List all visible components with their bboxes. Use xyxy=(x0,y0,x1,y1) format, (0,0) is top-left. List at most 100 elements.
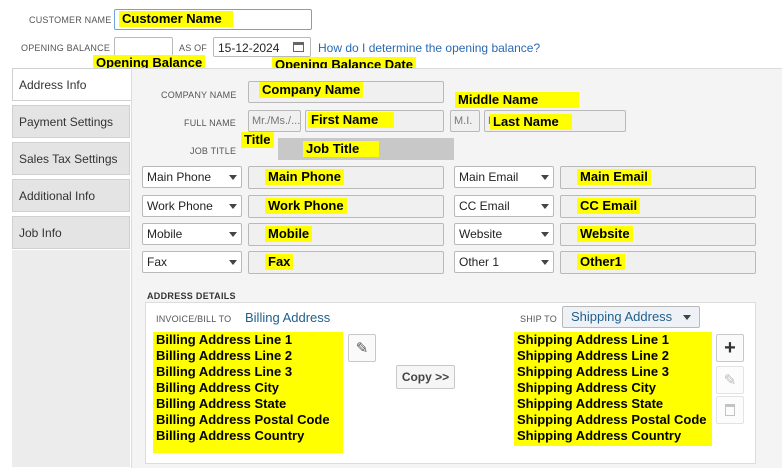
pencil-icon: ✎ xyxy=(723,372,737,389)
chevron-down-icon xyxy=(541,203,549,209)
as-of-date-value: 15-12-2024 xyxy=(218,41,280,55)
last-name-value: Last Name xyxy=(490,114,572,130)
main-phone-input[interactable]: Main Phone xyxy=(248,166,444,189)
tab-additional-info[interactable]: Additional Info xyxy=(12,179,130,212)
mobile-value: Mobile xyxy=(265,226,313,242)
copy-address-button[interactable]: Copy >> xyxy=(396,365,455,389)
middle-initial-input[interactable]: M.I. xyxy=(450,110,480,132)
middle-name-highlight: Middle Name xyxy=(455,92,579,108)
shipping-line: Shipping Address Line 3 xyxy=(517,364,669,379)
contact-type-label: CC Email xyxy=(459,199,510,213)
bill-to-title: Billing Address xyxy=(245,310,331,325)
title-highlight: Title xyxy=(241,132,274,148)
work-phone-type-select[interactable]: Work Phone xyxy=(142,195,242,217)
contact-type-label: Website xyxy=(459,227,503,241)
other-1-type-select[interactable]: Other 1 xyxy=(454,251,554,273)
chevron-down-icon xyxy=(229,174,237,180)
chevron-down-icon xyxy=(541,259,549,265)
billing-line: Billing Address City xyxy=(156,380,280,395)
shipping-line: Shipping Address State xyxy=(517,396,664,411)
fax-type-select[interactable]: Fax xyxy=(142,251,242,273)
cc-email-input[interactable]: CC Email xyxy=(560,195,756,218)
first-name-value: First Name xyxy=(308,112,394,128)
main-email-value: Main Email xyxy=(577,169,651,185)
calendar-icon[interactable] xyxy=(293,42,304,52)
billing-line: Billing Address Country xyxy=(156,428,305,443)
billing-line: Billing Address Line 1 xyxy=(156,332,293,347)
website-input[interactable]: Website xyxy=(560,223,756,246)
opening-balance-input[interactable] xyxy=(114,37,173,57)
tab-address-info[interactable]: Address Info xyxy=(12,68,133,101)
tab-label: Additional Info xyxy=(19,189,96,203)
add-shipping-address-button[interactable]: + xyxy=(716,334,744,362)
main-phone-type-select[interactable]: Main Phone xyxy=(142,166,242,188)
opening-balance-help-link[interactable]: How do I determine the opening balance? xyxy=(318,41,540,55)
pencil-icon: ✎ xyxy=(355,340,369,357)
main-phone-value: Main Phone xyxy=(265,169,344,185)
as-of-label: AS OF xyxy=(179,43,208,53)
fax-value: Fax xyxy=(265,254,294,270)
chevron-down-icon xyxy=(541,174,549,180)
shipping-address-block[interactable]: Shipping Address Line 1 Shipping Address… xyxy=(514,332,712,446)
mobile-type-select[interactable]: Mobile xyxy=(142,223,242,245)
shipping-line: Shipping Address Postal Code xyxy=(517,412,707,427)
mobile-input[interactable]: Mobile xyxy=(248,223,444,246)
cc-email-type-select[interactable]: CC Email xyxy=(454,195,554,217)
tab-label: Payment Settings xyxy=(19,115,114,129)
chevron-down-icon xyxy=(683,315,691,320)
ship-to-label: SHIP TO xyxy=(520,314,557,324)
customer-name-input[interactable]: Customer Name xyxy=(114,9,312,30)
chevron-down-icon xyxy=(541,231,549,237)
main-email-type-select[interactable]: Main Email xyxy=(454,166,554,188)
billing-address-block[interactable]: Billing Address Line 1 Billing Address L… xyxy=(153,332,343,453)
shipping-line: Shipping Address Country xyxy=(517,428,682,443)
customer-name-label: CUSTOMER NAME xyxy=(29,15,112,25)
billing-line: Billing Address State xyxy=(156,396,287,411)
plus-icon: + xyxy=(724,337,736,359)
edit-billing-address-button[interactable]: ✎ xyxy=(348,334,376,362)
contact-type-label: Main Phone xyxy=(147,170,212,184)
billing-line: Billing Address Line 2 xyxy=(156,348,293,363)
work-phone-value: Work Phone xyxy=(265,198,347,214)
address-details-label: ADDRESS DETAILS xyxy=(147,291,236,301)
tab-column-filler xyxy=(12,250,130,467)
chevron-down-icon xyxy=(229,231,237,237)
job-title-label: JOB TITLE xyxy=(190,146,237,156)
opening-balance-label: OPENING BALANCE xyxy=(21,43,111,53)
contact-type-label: Work Phone xyxy=(147,199,213,213)
website-type-select[interactable]: Website xyxy=(454,223,554,245)
tab-sales-tax-settings[interactable]: Sales Tax Settings xyxy=(12,142,130,175)
contact-type-label: Main Email xyxy=(459,170,519,184)
shipping-line: Shipping Address City xyxy=(517,380,656,395)
ship-to-select[interactable]: Shipping Address xyxy=(562,306,700,328)
delete-shipping-address-button[interactable] xyxy=(716,396,744,424)
chevron-down-icon xyxy=(229,203,237,209)
other-1-input[interactable]: Other1 xyxy=(560,251,756,274)
cc-email-value: CC Email xyxy=(577,198,641,214)
title-input[interactable]: Mr./Ms./... xyxy=(248,110,301,132)
fax-input[interactable]: Fax xyxy=(248,251,444,274)
trash-icon xyxy=(725,404,735,416)
shipping-line: Shipping Address Line 2 xyxy=(517,348,669,363)
middle-initial-placeholder: M.I. xyxy=(454,115,473,127)
tab-label: Address Info xyxy=(19,78,87,92)
customer-name-value: Customer Name xyxy=(119,11,233,27)
chevron-down-icon xyxy=(229,259,237,265)
contact-type-label: Other 1 xyxy=(459,255,500,269)
tab-job-info[interactable]: Job Info xyxy=(12,216,130,249)
work-phone-input[interactable]: Work Phone xyxy=(248,195,444,218)
tab-label: Sales Tax Settings xyxy=(19,152,118,166)
other-1-value: Other1 xyxy=(577,254,625,270)
billing-line: Billing Address Line 3 xyxy=(156,364,293,379)
tab-payment-settings[interactable]: Payment Settings xyxy=(12,105,130,138)
edit-shipping-address-button[interactable]: ✎ xyxy=(716,366,744,394)
tab-label: Job Info xyxy=(19,226,62,240)
full-name-label: FULL NAME xyxy=(184,118,236,128)
ship-to-select-value: Shipping Address xyxy=(571,309,673,324)
bill-to-label: INVOICE/BILL TO xyxy=(156,314,232,324)
company-name-value: Company Name xyxy=(259,82,364,98)
as-of-date-input[interactable]: 15-12-2024 xyxy=(213,37,311,57)
title-placeholder: Mr./Ms./... xyxy=(252,115,301,127)
company-name-label: COMPANY NAME xyxy=(161,90,237,100)
main-email-input[interactable]: Main Email xyxy=(560,166,756,189)
